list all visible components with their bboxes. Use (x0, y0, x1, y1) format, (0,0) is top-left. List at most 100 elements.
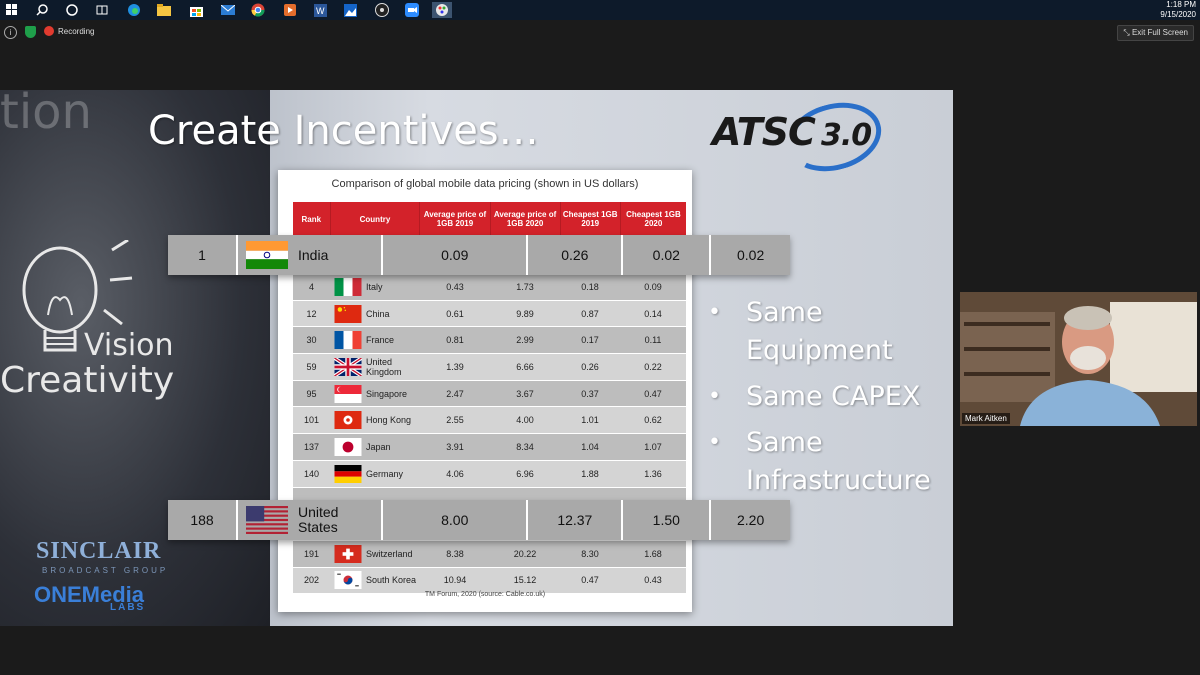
cell-cheap-2020: 1.68 (644, 548, 662, 559)
table-row: 101 Hong Kong 2.55 4.00 1.01 0.62 (293, 407, 686, 435)
cell-country: United Kingdom (330, 356, 420, 378)
vision-text: Vision (84, 328, 174, 363)
widgets-icon[interactable] (94, 2, 110, 18)
table-row: 95 Singapore 2.47 3.67 0.37 0.47 (293, 380, 686, 408)
japan-flag-icon (334, 437, 362, 456)
cell-country: South Korea (330, 571, 420, 590)
cell-avg-2019: 1.39 (446, 361, 464, 372)
exit-fullscreen-label: Exit Full Screen (1131, 28, 1188, 37)
recording-indicator[interactable]: Recording (44, 26, 94, 36)
cell-cheap-2020: 0.14 (644, 308, 662, 319)
info-icon[interactable]: i (4, 26, 17, 39)
video-frame (960, 292, 1197, 426)
cell-country: China (330, 304, 420, 323)
cell-rank: 101 (303, 415, 320, 426)
paint-icon[interactable] (432, 2, 452, 18)
bullet-dot: • (708, 430, 721, 455)
obs-icon[interactable] (374, 2, 390, 18)
photos-icon[interactable] (342, 2, 358, 18)
header-avg-2019: Average price of 1GB 2019 (420, 202, 491, 236)
word-icon[interactable]: W (312, 2, 328, 18)
bullet-dot: • (708, 300, 721, 325)
participant-video[interactable]: Mark Aitken (960, 292, 1197, 426)
table-source: TM Forum, 2020 (source: Cable.co.uk) (424, 591, 546, 598)
record-dot-icon (44, 26, 54, 36)
cell-cheap-2019: 0.37 (581, 388, 599, 399)
india-flag-icon (244, 241, 290, 269)
cell-cheap-2020: 0.43 (644, 575, 662, 586)
highlight-avg-2020: 0.26 (528, 235, 624, 275)
media-icon[interactable] (282, 2, 298, 18)
store-icon[interactable] (188, 2, 204, 18)
cell-cheap-2019: 8.30 (581, 548, 599, 559)
task-view-icon[interactable] (64, 2, 80, 18)
header-rank: Rank (293, 202, 331, 236)
bullet-list: • Same Equipment • Same CAPEX • Same Infras… (708, 294, 946, 508)
cell-avg-2020: 20.22 (513, 548, 537, 559)
cell-rank: 202 (303, 575, 320, 586)
table-row: 4 Italy 0.43 1.73 0.18 0.09 (293, 274, 686, 301)
highlight-country: United States (238, 500, 384, 540)
bullet-text: Same Equipment (746, 297, 893, 366)
atsc-logo-text: ATSC (712, 110, 816, 154)
cell-country: Singapore (330, 384, 420, 403)
bullet-dot: • (708, 384, 721, 409)
chrome-icon[interactable] (250, 2, 266, 18)
cell-rank: 95 (306, 388, 317, 399)
cell-avg-2019: 3.91 (446, 441, 464, 452)
table-row: 137 Japan 3.91 8.34 1.04 1.07 (293, 434, 686, 461)
singapore-flag-icon (334, 384, 362, 403)
cell-country: Japan (330, 437, 420, 456)
watermark-text: tion (0, 90, 92, 140)
country-name: Germany (366, 468, 404, 479)
edge-icon[interactable] (126, 2, 142, 18)
header-country: Country (331, 202, 421, 236)
cell-avg-2020: 3.67 (516, 388, 534, 399)
cell-avg-2020: 15.12 (513, 575, 537, 586)
zoom-icon[interactable] (404, 2, 420, 18)
cell-cheap-2019: 1.01 (581, 415, 599, 426)
table-row: 140 Germany 4.06 6.96 1.88 1.36 (293, 460, 686, 488)
switzerland-flag-icon (334, 544, 362, 563)
southkorea-flag-icon (334, 571, 362, 590)
mail-icon[interactable] (220, 2, 236, 18)
bullet-item: • Same Infrastructure (708, 424, 946, 500)
cell-avg-2019: 4.06 (446, 468, 464, 479)
bullet-text: Same Infrastructure (746, 427, 931, 496)
cell-avg-2019: 0.61 (446, 308, 464, 319)
explorer-icon[interactable] (156, 2, 172, 18)
security-shield-icon[interactable] (25, 26, 36, 38)
cell-rank: 191 (303, 548, 320, 559)
svg-text:W: W (316, 6, 325, 16)
cell-avg-2019: 2.55 (446, 415, 464, 426)
shared-slide: tion Vision Creativity SINCLAIR BROADCAS… (0, 90, 953, 626)
recording-label: Recording (58, 26, 95, 36)
cell-cheap-2019: 0.18 (581, 281, 599, 292)
highlight-cheap-2019: 0.02 (623, 235, 712, 275)
sinclair-logo: SINCLAIR (36, 538, 162, 564)
participant-name: Mark Aitken (962, 413, 1010, 424)
country-name: France (366, 335, 395, 346)
country-name: China (366, 308, 390, 319)
cell-avg-2019: 8.38 (446, 548, 464, 559)
cell-avg-2020: 1.73 (516, 281, 534, 292)
hongkong-flag-icon (334, 411, 362, 430)
header-cheap-2019: Cheapest 1GB 2019 (561, 202, 621, 236)
cell-cheap-2019: 0.26 (581, 361, 599, 372)
cell-cheap-2020: 0.47 (644, 388, 662, 399)
zoom-meeting-bar: i Recording ⤡ Exit Full Screen (0, 20, 1200, 44)
table-header: Rank Country Average price of 1GB 2019 A… (293, 202, 686, 236)
table-row: 59 United Kingdom 1.39 6.66 0.26 0.22 (293, 354, 686, 381)
country-name: South Korea (366, 575, 417, 586)
highlight-cheap-2020: 2.20 (736, 512, 765, 528)
windows-icon[interactable] (4, 2, 20, 18)
search-icon[interactable] (34, 2, 50, 18)
country-name: Singapore (366, 388, 408, 399)
cell-cheap-2020: 0.22 (644, 361, 662, 372)
table-title: Comparison of global mobile data pricing… (331, 178, 639, 190)
country-name: United Kingdom (366, 356, 402, 377)
cell-cheap-2020: 0.11 (644, 335, 662, 346)
exit-fullscreen-button[interactable]: ⤡ Exit Full Screen (1117, 25, 1194, 41)
cell-cheap-2019: 1.04 (581, 441, 599, 452)
system-clock[interactable]: 1:18 PM 9/15/2020 (1160, 0, 1196, 20)
